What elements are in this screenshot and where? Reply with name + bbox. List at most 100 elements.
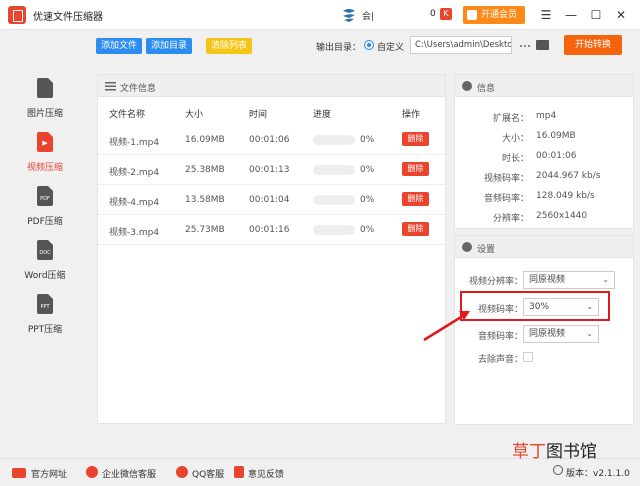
delete-button[interactable]: 删除: [402, 162, 429, 176]
video-resolution-select[interactable]: 同原视频 ⌄: [523, 271, 615, 289]
delete-button[interactable]: 删除: [402, 132, 429, 146]
chevron-down-icon: ⌄: [602, 275, 609, 284]
version-text: 版本：v2.1.1.0: [566, 469, 630, 479]
info-value: mp4: [536, 111, 557, 121]
chevron-down-icon: ⌄: [586, 329, 593, 338]
progress-bar: [313, 195, 355, 205]
info-key: 视频码率：: [483, 174, 529, 184]
qq-support-link[interactable]: QQ客服: [192, 467, 224, 480]
sidebar-item-pdf[interactable]: PDF PDF压缩: [0, 186, 90, 236]
close-button[interactable]: ✕: [613, 7, 629, 23]
video-file-icon: ▶: [37, 132, 53, 152]
custom-radio-label: 自定义: [377, 43, 405, 53]
table-row[interactable]: 视频-4.mp4 13.58MB 00:01:04 0% 删除: [98, 185, 445, 215]
info-key: 时长：: [501, 154, 529, 164]
output-dir-label: 输出目录：: [316, 43, 362, 53]
file-panel-header: 文件信息: [98, 75, 445, 97]
app-logo-icon: [8, 6, 26, 24]
audio-bitrate-select[interactable]: 同原视频 ⌄: [523, 325, 599, 343]
official-site-link[interactable]: 官方网址: [31, 467, 67, 480]
cell-progress: 0%: [360, 225, 375, 235]
cell-time: 00:01:13: [249, 165, 290, 175]
remove-audio-checkbox[interactable]: [523, 352, 533, 362]
add-file-button[interactable]: 添加文件: [96, 38, 142, 54]
cell-progress: 0%: [360, 165, 375, 175]
minimize-button[interactable]: —: [563, 7, 579, 23]
k-badge-icon: K: [440, 8, 452, 20]
progress-bar: [313, 225, 355, 235]
footer: 官方网址 企业微信客服 QQ客服 意见反馈: [0, 458, 640, 486]
info-key: 音频码率：: [483, 194, 529, 204]
settings-panel-title: 设置: [477, 245, 496, 255]
highlight-box: [460, 291, 610, 321]
pdf-file-icon: PDF: [37, 186, 53, 206]
output-path-input[interactable]: C:\Users\admin\Deskto: [410, 36, 512, 54]
maximize-button[interactable]: ☐: [588, 7, 604, 23]
version-icon: [553, 465, 563, 475]
custom-radio[interactable]: [364, 40, 374, 50]
app-title: 优速文件压缩器: [33, 12, 103, 23]
delete-button[interactable]: 删除: [402, 222, 429, 236]
start-convert-button[interactable]: 开始转换: [564, 35, 622, 55]
sidebar-item-label: 图片压缩: [26, 109, 63, 119]
username[interactable]: 会|: [362, 9, 374, 22]
vip-label: 开通会员: [481, 10, 518, 20]
watermark: 草丁图书馆: [512, 442, 597, 462]
info-value: 2044.967 kb/s: [536, 171, 601, 181]
info-key: 扩展名：: [492, 114, 529, 124]
menu-icon[interactable]: ☰: [538, 7, 554, 23]
col-filename: 文件名称: [109, 110, 146, 120]
sidebar-item-ppt[interactable]: PPT PPT压缩: [0, 294, 90, 344]
folder-icon[interactable]: [536, 40, 549, 50]
clear-list-button[interactable]: 清除列表: [206, 38, 252, 54]
audio-bitrate-label: 音频码率：: [477, 332, 523, 342]
col-action: 操作: [402, 110, 421, 120]
sidebar-item-video[interactable]: ▶ 视频压缩: [0, 132, 90, 182]
cell-progress: 0%: [360, 195, 375, 205]
cell-progress: 0%: [360, 135, 375, 145]
sidebar: 图片压缩 ▶ 视频压缩 PDF PDF压缩 DOC Word压缩 PPT PPT…: [0, 68, 90, 458]
info-panel-header: 信息: [455, 75, 633, 97]
title-bar: 优速文件压缩器 会| 0 K 开通会员 ☰ — ☐ ✕: [0, 0, 640, 30]
table-row[interactable]: 视频-1.mp4 16.09MB 00:01:06 0% 删除: [98, 125, 445, 155]
cell-size: 25.38MB: [185, 165, 225, 175]
cell-filename: 视频-3.mp4: [109, 228, 160, 238]
cell-size: 16.09MB: [185, 135, 225, 145]
cell-time: 00:01:04: [249, 195, 290, 205]
sidebar-item-label: 视频压缩: [26, 163, 63, 173]
col-progress: 进度: [313, 110, 332, 120]
cell-filename: 视频-4.mp4: [109, 198, 160, 208]
sidebar-item-image[interactable]: 图片压缩: [0, 78, 90, 128]
more-dots-icon[interactable]: [519, 40, 531, 52]
remove-audio-label: 去除声音：: [477, 355, 523, 365]
vip-button[interactable]: 开通会员: [463, 6, 525, 24]
progress-bar: [313, 135, 355, 145]
settings-panel-header: 设置: [455, 236, 633, 258]
cell-filename: 视频-2.mp4: [109, 168, 160, 178]
feedback-link[interactable]: 意见反馈: [248, 467, 284, 480]
gear-icon: [462, 242, 472, 252]
qq-icon: [176, 466, 188, 478]
toolbar: 添加文件 添加目录 清除列表 输出目录： 自定义 C:\Users\admin\…: [90, 30, 640, 68]
info-value: 16.09MB: [536, 131, 576, 141]
table-row[interactable]: 视频-3.mp4 25.73MB 00:01:16 0% 删除: [98, 215, 445, 245]
progress-bar: [313, 165, 355, 175]
feedback-icon: [234, 466, 244, 478]
sidebar-item-label: Word压缩: [24, 271, 66, 281]
info-value: 00:01:06: [536, 151, 577, 161]
coin-count: 0: [430, 9, 436, 19]
wechat-support-link[interactable]: 企业微信客服: [102, 467, 156, 480]
info-value: 128.049 kb/s: [536, 191, 595, 201]
file-panel-title: 文件信息: [120, 84, 157, 94]
add-directory-button[interactable]: 添加目录: [146, 38, 192, 54]
file-panel: 文件信息 文件名称 大小 时间 进度 操作 视频-1.mp4 16.09MB 0…: [97, 74, 446, 424]
cell-time: 00:01:06: [249, 135, 290, 145]
video-resolution-label: 视频分辨率：: [468, 277, 523, 287]
sidebar-item-word[interactable]: DOC Word压缩: [0, 240, 90, 290]
cell-size: 13.58MB: [185, 195, 225, 205]
table-row[interactable]: 视频-2.mp4 25.38MB 00:01:13 0% 删除: [98, 155, 445, 185]
info-value: 2560x1440: [536, 211, 588, 221]
user-logo-icon: [343, 9, 355, 22]
delete-button[interactable]: 删除: [402, 192, 429, 206]
info-key: 分辨率：: [492, 214, 529, 224]
